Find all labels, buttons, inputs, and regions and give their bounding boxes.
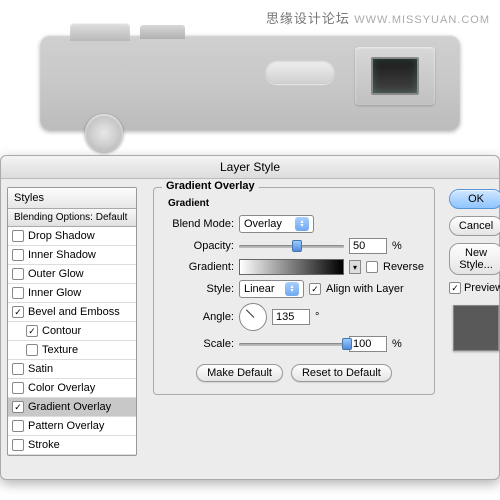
preview-checkbox[interactable] <box>449 282 461 294</box>
opacity-label: Opacity: <box>164 240 234 252</box>
styles-header[interactable]: Styles <box>8 188 136 209</box>
blend-mode-select[interactable]: Overlay ▴▾ <box>239 215 314 233</box>
pct-label: % <box>392 240 402 252</box>
opacity-slider[interactable] <box>239 239 344 253</box>
chevron-updown-icon: ▴▾ <box>285 282 299 296</box>
gradient-label: Gradient: <box>164 261 234 273</box>
angle-label: Angle: <box>164 311 234 323</box>
style-label: Gradient Overlay <box>28 401 111 413</box>
watermark-en: WWW.MISSYUAN.COM <box>354 14 490 26</box>
dialog-title: Layer Style <box>1 156 499 179</box>
reverse-checkbox[interactable] <box>366 261 378 273</box>
style-item-inner-shadow[interactable]: Inner Shadow <box>8 246 136 265</box>
style-checkbox[interactable] <box>12 268 24 280</box>
style-select[interactable]: Linear ▴▾ <box>239 280 304 298</box>
style-label: Color Overlay <box>28 382 95 394</box>
blending-options[interactable]: Blending Options: Default <box>8 209 136 227</box>
reset-default-button[interactable]: Reset to Default <box>291 364 392 382</box>
style-item-pattern-overlay[interactable]: Pattern Overlay <box>8 417 136 436</box>
align-label: Align with Layer <box>326 283 404 295</box>
style-item-color-overlay[interactable]: Color Overlay <box>8 379 136 398</box>
style-item-gradient-overlay[interactable]: Gradient Overlay <box>8 398 136 417</box>
style-item-stroke[interactable]: Stroke <box>8 436 136 455</box>
style-label: Stroke <box>28 439 60 451</box>
cancel-button[interactable]: Cancel <box>449 216 500 236</box>
scale-label: Scale: <box>164 338 234 350</box>
ok-button[interactable]: OK <box>449 189 500 209</box>
style-checkbox[interactable] <box>12 401 24 413</box>
style-label: Pattern Overlay <box>28 420 104 432</box>
degree-label: ° <box>315 311 319 323</box>
style-item-texture[interactable]: Texture <box>8 341 136 360</box>
style-item-drop-shadow[interactable]: Drop Shadow <box>8 227 136 246</box>
angle-dial[interactable] <box>239 303 267 331</box>
group-title: Gradient Overlay <box>162 180 259 192</box>
scale-slider[interactable] <box>239 337 344 351</box>
style-checkbox[interactable] <box>12 363 24 375</box>
align-checkbox[interactable] <box>309 283 321 295</box>
layer-style-dialog: Layer Style Styles Blending Options: Def… <box>0 155 500 480</box>
style-label: Contour <box>42 325 81 337</box>
style-checkbox[interactable] <box>12 420 24 432</box>
blend-mode-value: Overlay <box>244 218 282 230</box>
style-checkbox[interactable] <box>12 439 24 451</box>
chevron-updown-icon: ▴▾ <box>295 217 309 231</box>
style-checkbox[interactable] <box>12 382 24 394</box>
preview-swatch <box>453 305 499 351</box>
style-label: Style: <box>164 283 234 295</box>
style-label: Bevel and Emboss <box>28 306 120 318</box>
style-label: Texture <box>42 344 78 356</box>
new-style-button[interactable]: New Style... <box>449 243 500 275</box>
style-label: Drop Shadow <box>28 230 95 242</box>
style-label: Satin <box>28 363 53 375</box>
angle-input[interactable]: 135 <box>272 309 310 325</box>
opacity-input[interactable]: 50 <box>349 238 387 254</box>
gradient-preview[interactable] <box>239 259 344 275</box>
style-item-bevel-and-emboss[interactable]: Bevel and Emboss <box>8 303 136 322</box>
gradient-dropdown-icon[interactable]: ▾ <box>349 260 361 274</box>
style-checkbox[interactable] <box>12 249 24 261</box>
style-value: Linear <box>244 283 275 295</box>
style-checkbox[interactable] <box>26 325 38 337</box>
scale-input[interactable]: 100 <box>349 336 387 352</box>
style-checkbox[interactable] <box>12 306 24 318</box>
style-item-contour[interactable]: Contour <box>8 322 136 341</box>
style-label: Outer Glow <box>28 268 84 280</box>
style-label: Inner Glow <box>28 287 81 299</box>
group-subtitle: Gradient <box>168 198 424 209</box>
blend-mode-label: Blend Mode: <box>164 218 234 230</box>
watermark-cn: 思缘设计论坛 <box>266 11 350 26</box>
style-checkbox[interactable] <box>12 287 24 299</box>
style-label: Inner Shadow <box>28 249 96 261</box>
style-item-satin[interactable]: Satin <box>8 360 136 379</box>
pct-label: % <box>392 338 402 350</box>
gradient-overlay-group: Gradient Overlay Gradient Blend Mode: Ov… <box>153 187 435 395</box>
style-item-inner-glow[interactable]: Inner Glow <box>8 284 136 303</box>
style-item-outer-glow[interactable]: Outer Glow <box>8 265 136 284</box>
reverse-label: Reverse <box>383 261 424 273</box>
make-default-button[interactable]: Make Default <box>196 364 283 382</box>
preview-label: Preview <box>464 282 500 294</box>
styles-list: Styles Blending Options: Default Drop Sh… <box>7 187 137 456</box>
style-checkbox[interactable] <box>26 344 38 356</box>
style-checkbox[interactable] <box>12 230 24 242</box>
